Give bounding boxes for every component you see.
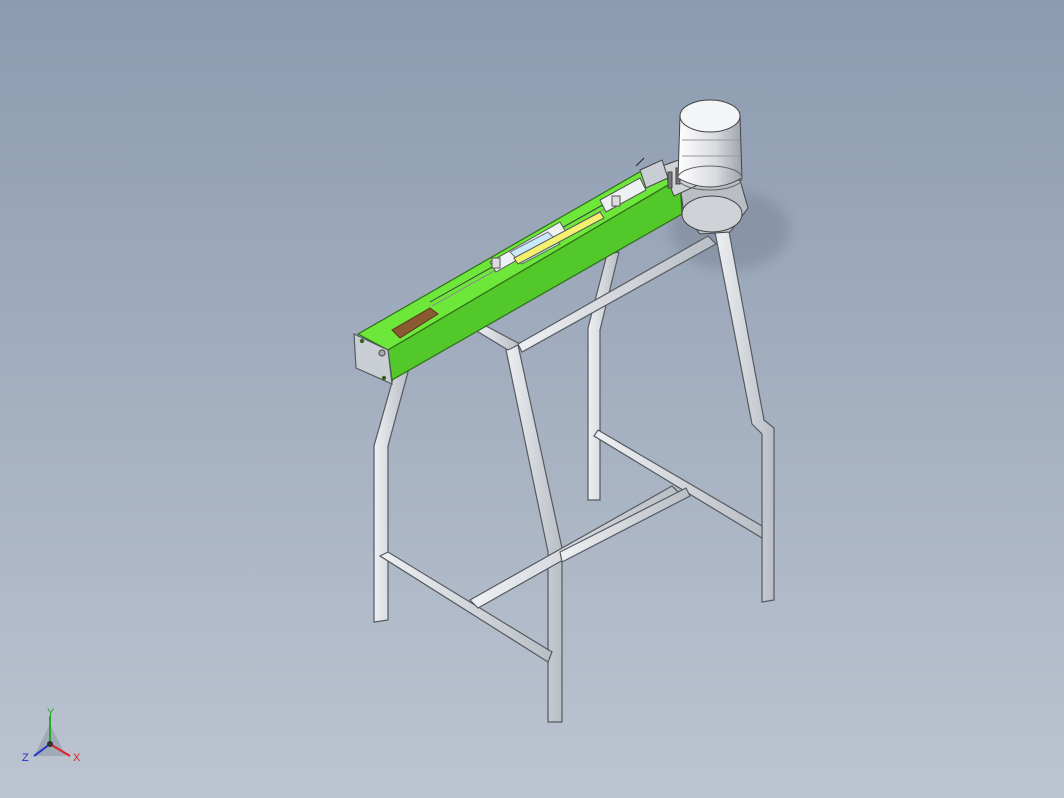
graphics-viewport[interactable]: Y X Z — [0, 0, 1064, 798]
gearbox-flange — [681, 195, 743, 233]
model-scene[interactable]: Y X Z — [0, 0, 1064, 798]
triad-z-label: Z — [22, 752, 29, 764]
screw — [381, 375, 387, 381]
terminal-fin — [667, 171, 673, 189]
bracket-left — [491, 257, 501, 269]
leg-front-left[interactable] — [373, 367, 409, 623]
orientation-triad[interactable]: Y X Z — [22, 707, 81, 764]
triad-x-label: X — [73, 752, 81, 764]
bracket-right — [611, 195, 621, 207]
triad-y-label: Y — [47, 707, 55, 719]
crossbar-top-front[interactable] — [473, 325, 522, 351]
coupling-pin — [635, 157, 645, 167]
crossbar-lower-right[interactable] — [559, 487, 691, 563]
screw — [359, 338, 365, 344]
shaft-end — [378, 349, 386, 357]
motor-cap[interactable] — [679, 99, 741, 133]
leg-front-right[interactable] — [504, 344, 563, 723]
triad-origin — [47, 741, 53, 747]
leg-back-right[interactable] — [714, 225, 775, 603]
